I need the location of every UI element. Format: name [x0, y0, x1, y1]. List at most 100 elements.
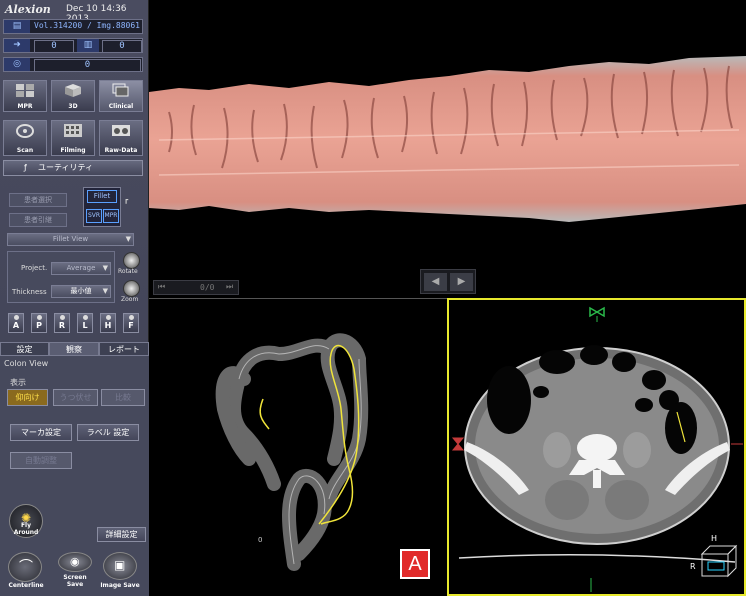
- view-dropdown-value: Fillet View: [52, 235, 89, 243]
- slice-navigator[interactable]: ⏮ 0/0 ⏭: [153, 280, 239, 295]
- colon-3d-view[interactable]: 0 A: [149, 298, 447, 596]
- orient-h-button[interactable]: H: [100, 313, 116, 333]
- control-panel: Alexion Dec 10 14:36 2013 ▤ Vol.314200 /…: [0, 0, 149, 596]
- colon-view-panel: Colon View 表示 仰向け うつ伏せ 比較 マーカ設定 ラベル 設定 自…: [0, 356, 149, 596]
- centerline-button[interactable]: ⌒: [8, 552, 42, 582]
- first-slice-icon[interactable]: ⏮: [158, 282, 165, 292]
- utility-label: ユーティリティ: [38, 163, 94, 172]
- orient-f-button[interactable]: F: [123, 313, 139, 333]
- orient-p-button[interactable]: P: [31, 313, 47, 333]
- image-save-label: Image Save: [100, 582, 140, 589]
- annotation-a-badge: A: [400, 549, 430, 579]
- queue-icon: ➜: [4, 39, 30, 52]
- screen-save-label: Screen Save: [63, 574, 87, 588]
- mpr-button[interactable]: MPR: [3, 80, 47, 112]
- orientation-h-label: H: [711, 534, 718, 543]
- patient-transfer-button[interactable]: 患者引継: [9, 213, 67, 227]
- utility-icon: ƒ: [24, 163, 27, 172]
- tab-settings[interactable]: 設定: [0, 342, 49, 356]
- fillet-widget-title: Fillet: [87, 190, 117, 203]
- orientation-cube-icon[interactable]: H R: [690, 534, 738, 582]
- orient-a-button[interactable]: A: [8, 313, 24, 333]
- orientation-r-label: R: [690, 562, 696, 571]
- display-label: 表示: [10, 378, 26, 387]
- marker-setting-button[interactable]: マーカ設定: [10, 424, 72, 441]
- queue-field-2: 0: [102, 40, 142, 53]
- scan-button[interactable]: Scan: [3, 120, 47, 156]
- volume-icon: ▤: [4, 20, 30, 33]
- svr-button[interactable]: SVR: [86, 209, 102, 223]
- disc-status-row: ◎ 0: [3, 57, 143, 72]
- label-setting-button[interactable]: ラベル 設定: [77, 424, 139, 441]
- patient-transfer-label: 患者引継: [24, 216, 52, 224]
- side-marker-icon: [451, 437, 465, 451]
- compare-button[interactable]: 比較: [101, 389, 145, 406]
- pan-left-button[interactable]: ◀: [424, 273, 447, 291]
- orient-r-button[interactable]: R: [54, 313, 70, 333]
- mpr-small-button[interactable]: MPR: [103, 209, 119, 223]
- fillet-widget[interactable]: Fillet SVR MPR: [83, 187, 121, 227]
- colon-shape: [215, 333, 369, 571]
- thickness-label: Thickness: [12, 288, 47, 296]
- pan-right-button[interactable]: ▶: [450, 273, 473, 291]
- thickness-dropdown-value: 最小値: [70, 287, 92, 295]
- storage-icon: ▥: [77, 39, 99, 52]
- project-dropdown[interactable]: Average ▼: [51, 262, 111, 275]
- clinical-button[interactable]: Clinical: [99, 80, 143, 112]
- prone-button[interactable]: うつ伏せ: [53, 389, 98, 406]
- fillet-image: [149, 56, 746, 222]
- rotate-icon[interactable]: [123, 252, 140, 269]
- centerline-icon: ⌒: [19, 559, 33, 575]
- filming-button[interactable]: Filming: [51, 120, 95, 156]
- pan-controls: ◀ ▶: [420, 269, 476, 294]
- app-logo: Alexion: [5, 3, 51, 16]
- 3d-label: 3D: [68, 103, 78, 110]
- colon-small-label: 0: [258, 536, 263, 544]
- orient-l-button[interactable]: L: [77, 313, 93, 333]
- raw-data-icon: [112, 125, 130, 136]
- fillet-widget-arrow-icon[interactable]: ┏: [124, 196, 128, 204]
- mpr-label: MPR: [17, 103, 33, 110]
- raw-data-button[interactable]: Raw-Data: [99, 120, 143, 156]
- tab-observation[interactable]: 観察: [49, 342, 99, 356]
- screen-save-button[interactable]: ◉: [58, 552, 92, 572]
- queue-status-row: ➜ 0 ▥ 0: [3, 38, 143, 53]
- 3d-button[interactable]: 3D: [51, 80, 95, 112]
- volume-status-row: ▤ Vol.314200 / Img.88061: [3, 19, 143, 34]
- utility-button[interactable]: ƒ ユーティリティ: [3, 160, 143, 176]
- top-marker-icon: [589, 306, 605, 318]
- disc-field: 0: [34, 59, 141, 72]
- patient-select-label: 患者選択: [24, 196, 52, 204]
- zoom-label: Zoom: [121, 296, 139, 303]
- auto-adjust-button[interactable]: 自動調整: [10, 452, 72, 469]
- tab-report[interactable]: レポート: [99, 342, 149, 356]
- raw-data-label: Raw-Data: [104, 147, 138, 154]
- view-dropdown[interactable]: Fillet View ▼: [7, 233, 134, 246]
- chevron-down-icon: ▼: [102, 287, 108, 295]
- image-save-button[interactable]: ▣: [103, 552, 137, 580]
- last-slice-icon[interactable]: ⏭: [226, 282, 233, 292]
- cube-icon: [65, 84, 81, 97]
- rotate-label: Rotate: [118, 268, 138, 275]
- fillet-view[interactable]: ⏮ 0/0 ⏭ ◀ ▶: [149, 0, 746, 298]
- scan-icon: [16, 124, 34, 138]
- thickness-dropdown[interactable]: 最小値 ▼: [51, 285, 111, 298]
- disc-icon: ◎: [4, 58, 30, 71]
- project-dropdown-value: Average: [66, 264, 96, 272]
- axial-ct-view[interactable]: H R: [447, 298, 746, 596]
- slice-counter: 0/0: [200, 283, 215, 292]
- image-save-icon: ▣: [114, 558, 126, 572]
- patient-select-button[interactable]: 患者選択: [9, 193, 67, 207]
- centerline-label: Centerline: [8, 582, 44, 589]
- mpr-icon: [16, 84, 34, 97]
- volume-status-text: Vol.314200 / Img.88061: [34, 21, 140, 30]
- clinical-icon: [112, 83, 129, 97]
- projection-panel: Project. Average ▼ Thickness 最小値 ▼: [7, 251, 115, 303]
- supine-button[interactable]: 仰向け: [7, 389, 48, 406]
- colon-view-title: Colon View: [4, 359, 49, 368]
- zoom-icon[interactable]: [123, 280, 140, 297]
- camera-icon: ◉: [70, 555, 80, 568]
- detail-setting-button[interactable]: 詳細設定: [97, 527, 146, 542]
- project-label: Project.: [21, 264, 48, 272]
- clinical-label: Clinical: [108, 103, 134, 110]
